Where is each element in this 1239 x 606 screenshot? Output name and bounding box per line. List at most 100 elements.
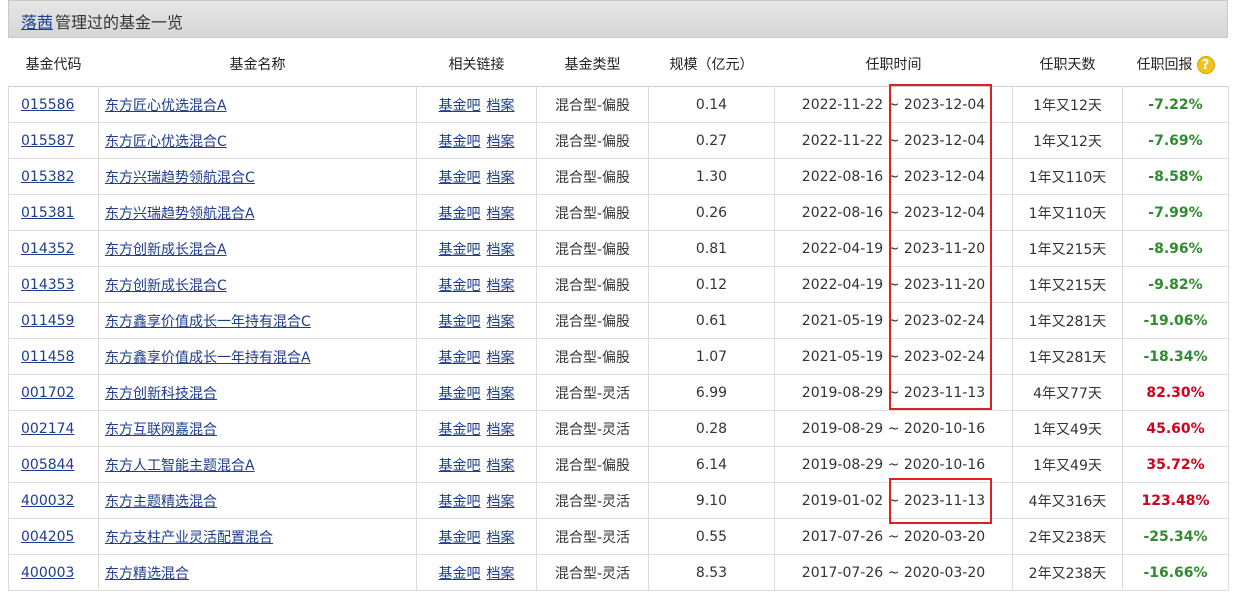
fund-name-cell: 东方匠心优选混合C (98, 122, 417, 159)
fund-code-link[interactable]: 002174 (21, 421, 74, 437)
related-links-cell: 基金吧 档案 (416, 410, 537, 447)
fund-name-cell: 东方鑫享价值成长一年持有混合C (98, 302, 417, 339)
fund-name-link[interactable]: 东方匠心优选混合C (105, 134, 227, 150)
fund-bar-link[interactable]: 基金吧 (439, 170, 481, 186)
fund-code-link[interactable]: 400003 (21, 565, 74, 581)
fund-size: 6.99 (648, 374, 775, 411)
related-links-cell: 基金吧 档案 (416, 374, 537, 411)
tenure-days: 4年又77天 (1012, 374, 1123, 411)
fund-archive-link[interactable]: 档案 (487, 422, 515, 438)
tenure-separator: ~ (883, 348, 904, 365)
tenure-days: 1年又49天 (1012, 446, 1123, 483)
fund-archive-link[interactable]: 档案 (487, 314, 515, 330)
tenure-start: 2019-01-02 (801, 492, 884, 509)
col-header-size: 规模（亿元） (648, 42, 775, 87)
table-header-row: 基金代码 基金名称 相关链接 基金类型 规模（亿元） 任职时间 任职天数 任职回… (8, 42, 1229, 87)
fund-archive-link[interactable]: 档案 (487, 350, 515, 366)
fund-archive-link[interactable]: 档案 (487, 530, 515, 546)
fund-bar-link[interactable]: 基金吧 (439, 134, 481, 150)
tenure-days: 1年又110天 (1012, 194, 1123, 231)
fund-archive-link[interactable]: 档案 (487, 134, 515, 150)
tenure-days: 4年又316天 (1012, 482, 1123, 519)
fund-name-link[interactable]: 东方兴瑞趋势领航混合C (105, 170, 255, 186)
tenure-period: 2021-05-19 ~ 2023-02-24 (774, 338, 1013, 375)
fund-code-link[interactable]: 015381 (21, 205, 74, 221)
tenure-start: 2022-11-22 (801, 132, 884, 149)
fund-code-cell: 015586 (8, 86, 99, 123)
fund-name-link[interactable]: 东方匠心优选混合A (105, 98, 227, 114)
fund-name-link[interactable]: 东方人工智能主题混合A (105, 458, 255, 474)
tenure-period: 2019-08-29 ~ 2020-10-16 (774, 446, 1013, 483)
question-icon[interactable]: ? (1196, 56, 1215, 74)
tenure-period: 2022-11-22 ~ 2023-12-04 (774, 122, 1013, 159)
fund-code-link[interactable]: 015586 (21, 97, 74, 113)
fund-code-link[interactable]: 014352 (21, 241, 74, 257)
table-row: 002174 东方互联网嘉混合 基金吧 档案 混合型-灵活 0.28 2019-08-29 … (8, 410, 1229, 447)
fund-name-link[interactable]: 东方创新科技混合 (105, 386, 217, 402)
fund-code-cell: 014353 (8, 266, 99, 303)
fund-bar-link[interactable]: 基金吧 (439, 458, 481, 474)
fund-archive-link[interactable]: 档案 (487, 206, 515, 222)
fund-bar-link[interactable]: 基金吧 (439, 350, 481, 366)
fund-bar-link[interactable]: 基金吧 (439, 98, 481, 114)
fund-name-cell: 东方互联网嘉混合 (98, 410, 417, 447)
fund-bar-link[interactable]: 基金吧 (439, 422, 481, 438)
fund-bar-link[interactable]: 基金吧 (439, 566, 481, 582)
fund-bar-link[interactable]: 基金吧 (439, 314, 481, 330)
tenure-end: 2023-02-24 (903, 312, 986, 329)
fund-archive-link[interactable]: 档案 (487, 458, 515, 474)
fund-name-link[interactable]: 东方主题精选混合 (105, 494, 217, 510)
fund-archive-link[interactable]: 档案 (487, 566, 515, 582)
table-row: 001702 东方创新科技混合 基金吧 档案 混合型-灵活 6.99 2019-08-29 … (8, 374, 1229, 411)
fund-code-link[interactable]: 011459 (21, 313, 74, 329)
fund-type: 混合型-灵活 (536, 554, 649, 591)
fund-name-link[interactable]: 东方创新成长混合C (105, 278, 227, 294)
fund-archive-link[interactable]: 档案 (487, 170, 515, 186)
tenure-separator: ~ (883, 528, 904, 545)
col-header-links: 相关链接 (416, 42, 537, 87)
fund-name-link[interactable]: 东方鑫享价值成长一年持有混合C (105, 314, 311, 330)
tenure-start: 2017-07-26 (801, 528, 884, 545)
fund-archive-link[interactable]: 档案 (487, 386, 515, 402)
fund-size: 1.07 (648, 338, 775, 375)
fund-type: 混合型-偏股 (536, 230, 649, 267)
fund-code-link[interactable]: 015587 (21, 133, 74, 149)
fund-type: 混合型-灵活 (536, 518, 649, 555)
fund-code-link[interactable]: 001702 (21, 385, 74, 401)
fund-name-link[interactable]: 东方创新成长混合A (105, 242, 227, 258)
fund-code-link[interactable]: 015382 (21, 169, 74, 185)
tenure-days: 1年又110天 (1012, 158, 1123, 195)
fund-name-link[interactable]: 东方支柱产业灵活配置混合 (105, 530, 273, 546)
fund-bar-link[interactable]: 基金吧 (439, 530, 481, 546)
fund-code-link[interactable]: 005844 (21, 457, 74, 473)
fund-code-link[interactable]: 400032 (21, 493, 74, 509)
fund-name-link[interactable]: 东方鑫享价值成长一年持有混合A (105, 350, 311, 366)
fund-archive-link[interactable]: 档案 (487, 494, 515, 510)
related-links-cell: 基金吧 档案 (416, 446, 537, 483)
tenure-days: 2年又238天 (1012, 518, 1123, 555)
fund-bar-link[interactable]: 基金吧 (439, 386, 481, 402)
fund-type: 混合型-偏股 (536, 86, 649, 123)
fund-archive-link[interactable]: 档案 (487, 242, 515, 258)
fund-code-link[interactable]: 011458 (21, 349, 74, 365)
fund-bar-link[interactable]: 基金吧 (439, 242, 481, 258)
fund-bar-link[interactable]: 基金吧 (439, 494, 481, 510)
fund-name-link[interactable]: 东方精选混合 (105, 566, 189, 582)
fund-bar-link[interactable]: 基金吧 (439, 278, 481, 294)
fund-size: 9.10 (648, 482, 775, 519)
fund-type: 混合型-偏股 (536, 122, 649, 159)
fund-code-link[interactable]: 004205 (21, 529, 74, 545)
fund-archive-link[interactable]: 档案 (487, 98, 515, 114)
fund-archive-link[interactable]: 档案 (487, 278, 515, 294)
fund-bar-link[interactable]: 基金吧 (439, 206, 481, 222)
manager-name-link[interactable]: 落茜 (21, 9, 53, 33)
tenure-days: 1年又281天 (1012, 338, 1123, 375)
fund-code-link[interactable]: 014353 (21, 277, 74, 293)
related-links-cell: 基金吧 档案 (416, 194, 537, 231)
fund-name-link[interactable]: 东方兴瑞趋势领航混合A (105, 206, 255, 222)
fund-code-cell: 002174 (8, 410, 99, 447)
fund-code-cell: 011459 (8, 302, 99, 339)
tenure-start: 2022-11-22 (801, 96, 884, 113)
fund-name-link[interactable]: 东方互联网嘉混合 (105, 422, 217, 438)
panel-title-suffix: 管理过的基金一览 (55, 13, 184, 32)
